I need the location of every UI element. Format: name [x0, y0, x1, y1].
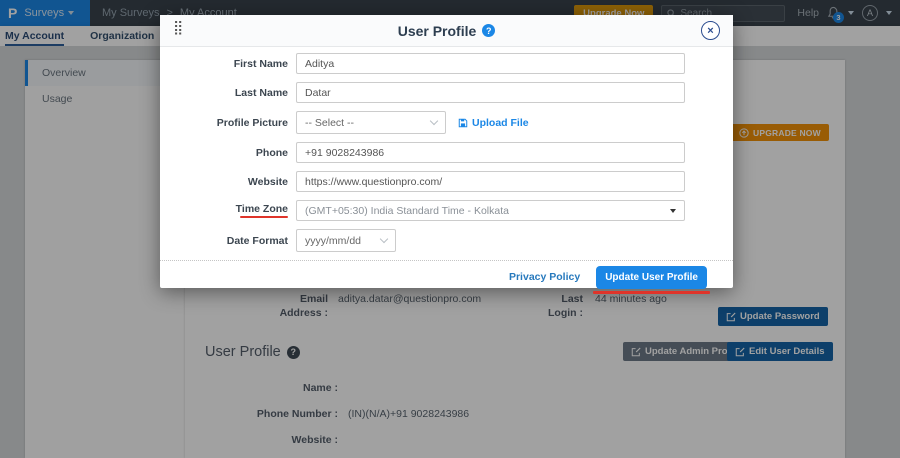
time-zone-select[interactable]: (GMT+05:30) India Standard Time - Kolkat…: [296, 200, 685, 221]
date-format-label: Date Format: [160, 235, 288, 247]
phone-field-row: Phone: [160, 142, 733, 163]
user-profile-modal: ⣿ User Profile ? × First Name Last Name …: [160, 15, 733, 288]
modal-help-icon[interactable]: ?: [482, 24, 495, 37]
upload-icon: [458, 118, 468, 128]
website-label: Website: [160, 176, 288, 188]
date-format-row: Date Format yyyy/mm/dd: [160, 229, 733, 252]
last-name-row: Last Name: [160, 82, 733, 103]
date-format-selected-value: yyyy/mm/dd: [305, 235, 361, 247]
date-format-select[interactable]: yyyy/mm/dd: [296, 229, 396, 252]
first-name-label: First Name: [160, 58, 288, 70]
upload-file-label: Upload File: [472, 117, 529, 129]
red-underline-annotation: [240, 216, 288, 219]
upload-file-link[interactable]: Upload File: [458, 117, 529, 129]
profile-picture-row: Profile Picture -- Select -- Upload File: [160, 111, 733, 134]
modal-title: User Profile: [398, 23, 477, 39]
time-zone-selected-value: (GMT+05:30) India Standard Time - Kolkat…: [305, 205, 509, 217]
profile-picture-label: Profile Picture: [160, 117, 288, 129]
profile-picture-selected-value: -- Select --: [305, 117, 354, 129]
time-zone-row: Time Zone (GMT+05:30) India Standard Tim…: [160, 200, 733, 221]
last-name-label: Last Name: [160, 87, 288, 99]
phone-field[interactable]: [296, 142, 685, 163]
chevron-down-icon: [430, 117, 438, 125]
modal-header: ⣿ User Profile ? ×: [160, 15, 733, 47]
last-name-field[interactable]: [296, 82, 685, 103]
website-field-row: Website: [160, 171, 733, 192]
red-underline-annotation: [593, 291, 710, 294]
close-button[interactable]: ×: [701, 21, 720, 40]
profile-picture-select[interactable]: -- Select --: [296, 111, 446, 134]
update-user-profile-wrap: Update User Profile: [596, 266, 707, 289]
update-user-profile-button[interactable]: Update User Profile: [596, 266, 707, 289]
website-field[interactable]: [296, 171, 685, 192]
phone-label: Phone: [160, 147, 288, 159]
dropdown-arrow-icon: [670, 209, 676, 213]
drag-handle-icon[interactable]: ⣿: [173, 20, 183, 34]
chevron-down-icon: [380, 235, 388, 243]
first-name-row: First Name: [160, 53, 733, 74]
modal-body: First Name Last Name Profile Picture -- …: [160, 47, 733, 260]
privacy-policy-link[interactable]: Privacy Policy: [509, 271, 580, 283]
first-name-field[interactable]: [296, 53, 685, 74]
time-zone-label: Time Zone: [160, 203, 288, 219]
modal-footer: Privacy Policy Update User Profile: [160, 260, 733, 293]
